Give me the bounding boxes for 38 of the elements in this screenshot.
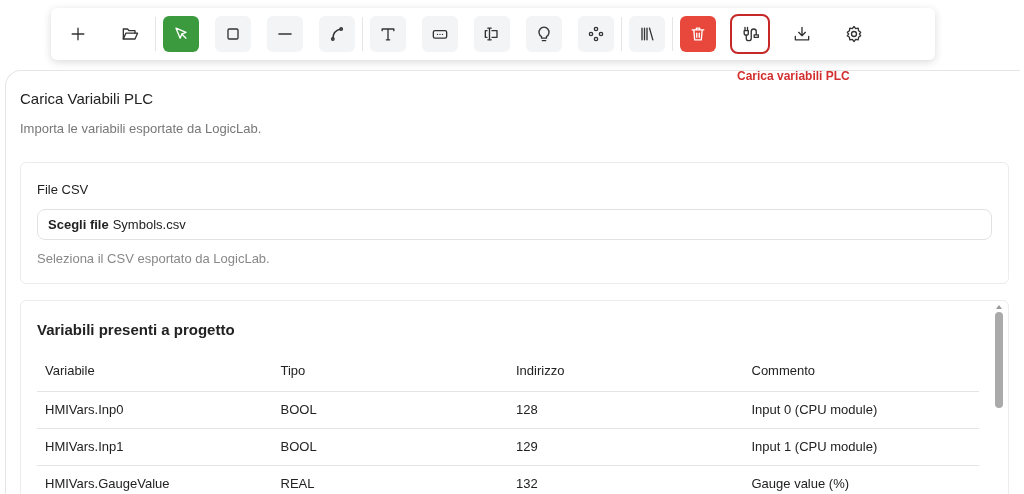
toolbar-button[interactable] xyxy=(474,16,510,52)
file-input[interactable]: Scegli file Symbols.csv xyxy=(37,209,992,240)
table-cell: HMIVars.Inp1 xyxy=(37,428,273,465)
choose-file-button[interactable]: Scegli file xyxy=(48,214,109,235)
table-cell: HMIVars.Inp0 xyxy=(37,391,273,428)
toolbar-button[interactable] xyxy=(732,16,768,52)
toolbar-button[interactable] xyxy=(215,16,251,52)
table-title: Variabili presenti a progetto xyxy=(37,319,236,340)
toolbar-button[interactable] xyxy=(526,16,562,52)
table-cell: 129 xyxy=(508,428,744,465)
toolbar-button[interactable] xyxy=(370,16,406,52)
table-cell: BOOL xyxy=(272,391,508,428)
settings-icon xyxy=(844,24,864,44)
column-header: Tipo xyxy=(272,351,508,391)
toolbar-button[interactable] xyxy=(319,16,355,52)
column-header: Variabile xyxy=(37,351,273,391)
toolbar-button[interactable] xyxy=(422,16,458,52)
dialog-title: Carica Variabili PLC xyxy=(20,89,155,109)
table-cell: 132 xyxy=(508,465,744,494)
table-cell: Gauge value (%) xyxy=(743,465,979,494)
field-help: Seleziona il CSV esportato da LogicLab. xyxy=(37,250,271,268)
table-cell: HMIVars.GaugeValue xyxy=(37,465,273,494)
field-label: File CSV xyxy=(37,180,90,199)
download-icon xyxy=(792,24,812,44)
nodes-icon xyxy=(586,24,606,44)
dialog-subtitle: Importa le variabili esportate da LogicLab. xyxy=(20,120,263,138)
column-header: Indirizzo xyxy=(508,351,744,391)
tooltip-label: Carica variabili PLC xyxy=(737,68,850,85)
table-cell: BOOL xyxy=(272,428,508,465)
table-cell: REAL xyxy=(272,465,508,494)
file-name: Symbols.csv xyxy=(112,215,186,234)
line-icon xyxy=(278,33,292,35)
column-header: Commento xyxy=(743,351,979,391)
scroll-up-arrow-icon[interactable] xyxy=(996,304,1002,309)
toolbar-button[interactable] xyxy=(578,16,614,52)
table-cell: Input 1 (CPU module) xyxy=(743,428,979,465)
table-cell: Input 0 (CPU module) xyxy=(743,391,979,428)
table-cell: 128 xyxy=(508,391,744,428)
